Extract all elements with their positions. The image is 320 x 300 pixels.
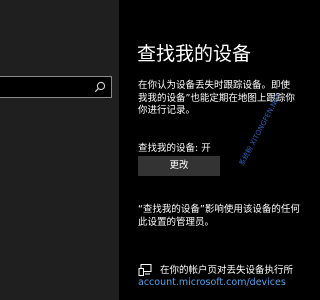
main-content: 查找我的设备 在你认为设备丢失时跟踪设备。即使 我我的设备”也能定期在地图上跟踪… xyxy=(119,0,300,300)
sidebar xyxy=(0,0,119,300)
change-button[interactable]: 更改 xyxy=(138,156,220,176)
policy-line: “查找我的设备”影响使用该设备的任何 xyxy=(138,204,300,215)
settings-window: 查找我的设备 在你认为设备丢失时跟踪设备。即使 我我的设备”也能定期在地图上跟踪… xyxy=(0,0,300,300)
search-icon[interactable] xyxy=(93,80,107,94)
search-input[interactable] xyxy=(0,76,112,98)
policy-text: “查找我的设备”影响使用该设备的任何 此设置的管理员。 xyxy=(138,204,300,229)
manage-devices-row: 在你的帐户页对丢失设备执行所 account.microsoft.com/dev… xyxy=(138,262,300,292)
manage-devices-text: 在你的帐户页对丢失设备执行所 xyxy=(160,265,294,276)
description-line: 在你认为设备丢失时跟踪设备。即使 xyxy=(138,80,291,91)
devices-link[interactable]: account.microsoft.com/devices xyxy=(138,277,286,288)
devices-icon xyxy=(138,264,152,276)
page-title: 查找我的设备 xyxy=(137,43,252,65)
find-my-device-status: 查找我的设备: 开 xyxy=(138,143,211,154)
policy-line: 此设置的管理员。 xyxy=(138,216,215,228)
